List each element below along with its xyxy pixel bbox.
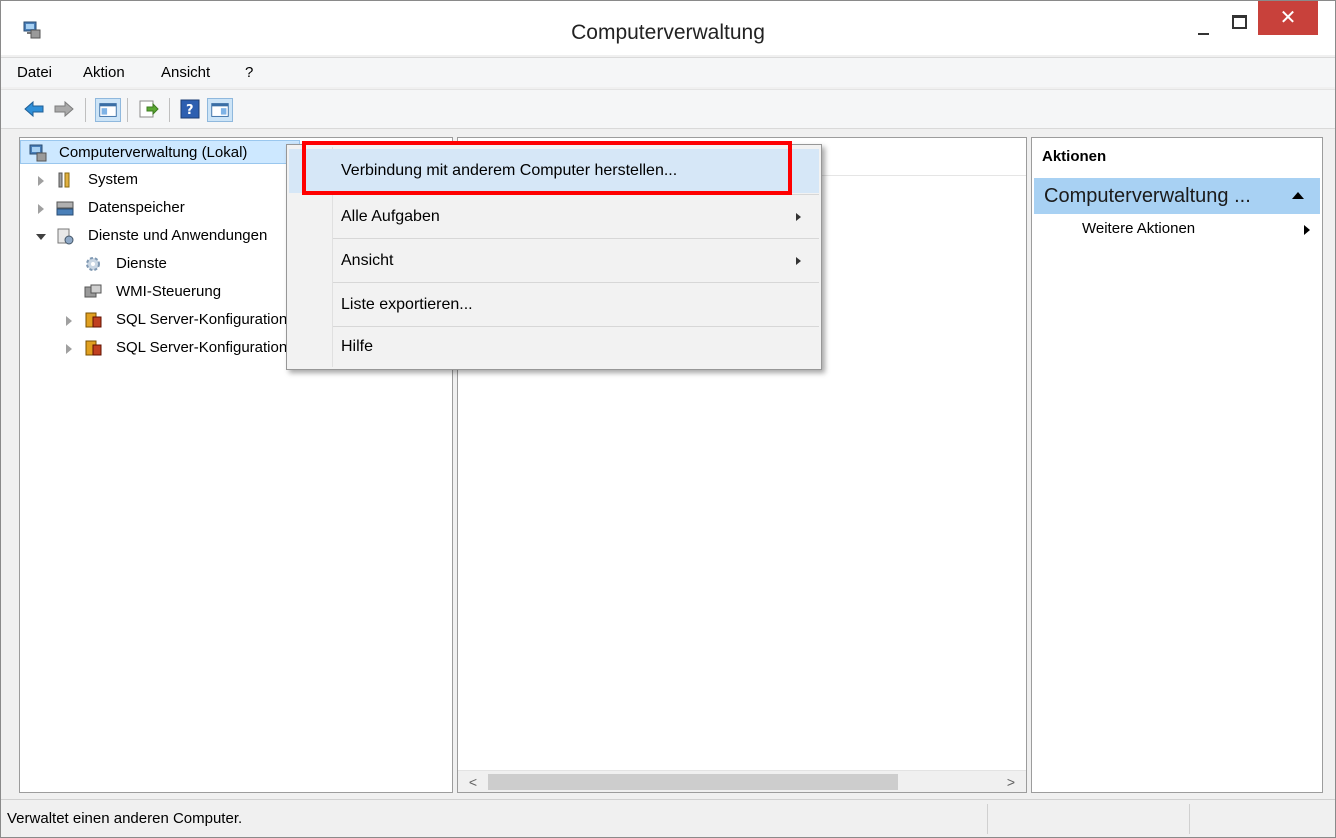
- scroll-right-icon[interactable]: >: [1000, 771, 1022, 793]
- menu-ansicht[interactable]: Ansicht: [161, 64, 210, 81]
- services-gear-icon: [86, 257, 100, 271]
- menu-aktion[interactable]: Aktion: [83, 64, 125, 81]
- submenu-arrow-icon: [796, 213, 801, 221]
- wmi-control-icon: [84, 284, 102, 298]
- forward-arrow-icon[interactable]: [53, 98, 75, 120]
- maximize-button[interactable]: [1226, 11, 1252, 37]
- actions-section-computerverwaltung[interactable]: Computerverwaltung ...: [1034, 178, 1320, 214]
- collapse-section-icon[interactable]: [1292, 192, 1304, 199]
- toolbar-separator: [169, 98, 170, 122]
- submenu-arrow-icon: [796, 257, 801, 265]
- tree-item-label: Dienste: [116, 255, 167, 272]
- services-applications-icon: [57, 228, 74, 245]
- tree-item-label: WMI-Steuerung: [116, 283, 222, 300]
- status-bar: Verwaltet einen anderen Computer.: [1, 799, 1335, 837]
- close-button[interactable]: ✕: [1258, 1, 1318, 35]
- minimize-button[interactable]: [1191, 15, 1217, 41]
- computer-management-window: Computerverwaltung ✕ Datei Aktion Ansich…: [0, 0, 1336, 838]
- expand-caret-icon[interactable]: [66, 344, 72, 354]
- back-arrow-icon[interactable]: [23, 98, 45, 120]
- actions-header: Aktionen: [1034, 142, 1320, 172]
- sql-server-config-icon: [85, 312, 102, 328]
- scroll-left-icon[interactable]: <: [462, 771, 484, 793]
- storage-icon: [56, 201, 74, 216]
- system-tools-icon: [58, 172, 70, 188]
- tree-item-sql-server-konfiguration-1[interactable]: SQL Server-Konfigurationsmanager: [20, 308, 290, 332]
- toolbar-separator: [85, 98, 86, 122]
- expand-caret-icon[interactable]: [66, 316, 72, 326]
- show-hide-console-tree-icon[interactable]: [95, 98, 121, 122]
- menu-item-help[interactable]: Hilfe: [289, 327, 819, 367]
- menu-item-label: Alle Aufgaben: [341, 208, 440, 225]
- expand-caret-icon[interactable]: [38, 204, 44, 214]
- tree-item-system[interactable]: System: [20, 168, 320, 192]
- menu-item-label: Ansicht: [341, 252, 394, 269]
- menu-item-label: Hilfe: [341, 338, 374, 355]
- status-divider: [1189, 804, 1190, 834]
- scrollbar-thumb[interactable]: [488, 774, 898, 790]
- submenu-arrow-icon[interactable]: [1304, 225, 1310, 235]
- tree-item-wmi-steuerung[interactable]: WMI-Steuerung: [20, 280, 310, 304]
- menu-bar: Datei Aktion Ansicht ?: [1, 57, 1335, 87]
- svg-text:?: ?: [186, 103, 194, 118]
- tree-item-label: System: [88, 171, 139, 188]
- export-list-icon[interactable]: [137, 98, 159, 120]
- tree-item-dienste-und-anwendungen[interactable]: Dienste und Anwendungen: [20, 224, 310, 248]
- sql-server-config-icon: [85, 340, 102, 356]
- computer-management-icon: [29, 144, 47, 162]
- help-icon[interactable]: ?: [179, 98, 201, 120]
- show-hide-action-pane-icon[interactable]: [207, 98, 233, 122]
- action-weitere-aktionen[interactable]: Weitere Aktionen: [1082, 220, 1195, 237]
- status-text: Verwaltet einen anderen Computer.: [7, 810, 243, 827]
- tree-item-label: Dienste und Anwendungen: [88, 227, 268, 244]
- tree-item-sql-server-konfiguration-2[interactable]: SQL Server-Konfigurationsmanager: [20, 336, 290, 360]
- window-title: Computerverwaltung: [571, 21, 765, 44]
- horizontal-scrollbar[interactable]: < >: [458, 770, 1026, 792]
- tree-item-computerverwaltung[interactable]: Computerverwaltung (Lokal): [20, 140, 300, 164]
- tree-item-label: Datenspeicher: [88, 199, 185, 216]
- menu-item-label: Liste exportieren...: [341, 296, 473, 313]
- annotation-highlight-box: [302, 141, 792, 195]
- tree-item-datenspeicher[interactable]: Datenspeicher: [20, 196, 320, 220]
- tree-item-label: SQL Server-Konfigurationsmanager: [116, 311, 290, 328]
- menu-item-all-tasks[interactable]: Alle Aufgaben: [289, 195, 819, 239]
- menu-item-view[interactable]: Ansicht: [289, 239, 819, 283]
- actions-section-label: Computerverwaltung ...: [1044, 185, 1251, 207]
- collapse-caret-icon[interactable]: [36, 234, 46, 240]
- actions-pane: Aktionen Computerverwaltung ... Weitere …: [1031, 137, 1323, 793]
- tree-item-dienste[interactable]: Dienste: [20, 252, 310, 276]
- close-icon: ✕: [1279, 7, 1297, 29]
- toolbar-separator: [127, 98, 128, 122]
- menu-help[interactable]: ?: [245, 64, 253, 81]
- toolbar: ?: [1, 89, 1335, 129]
- tree-item-label: Computerverwaltung (Lokal): [59, 144, 248, 161]
- status-divider: [987, 804, 988, 834]
- menu-datei[interactable]: Datei: [17, 64, 52, 81]
- title-bar[interactable]: Computerverwaltung ✕: [1, 1, 1335, 55]
- expand-caret-icon[interactable]: [38, 176, 44, 186]
- tree-item-label: SQL Server-Konfigurationsmanager: [116, 339, 290, 356]
- menu-item-export-list[interactable]: Liste exportieren...: [289, 283, 819, 327]
